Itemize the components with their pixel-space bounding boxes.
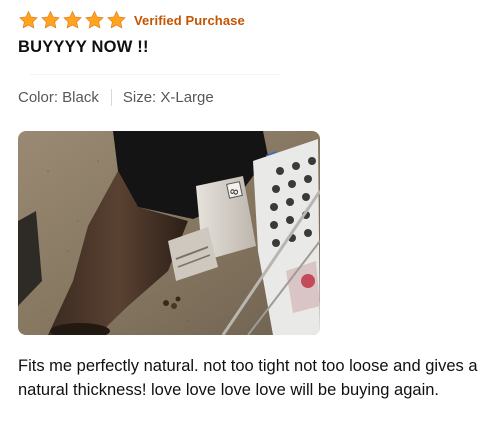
variant-size: Size: X-Large [122,89,214,106]
product-variant-info[interactable]: Color: Black Size: X-Large [18,89,214,106]
rating-row: Verified Purchase [18,9,245,31]
review-title: BUYYYY NOW !! [18,38,149,56]
star-icon [63,10,82,29]
customer-review: Verified Purchase BUYYYY NOW !! Color: B… [0,0,480,436]
review-text: Fits me perfectly natural. not too tight… [18,357,478,399]
star-icon [41,10,60,29]
verified-purchase-badge: Verified Purchase [134,12,245,28]
star-icon [19,10,38,29]
star-icon [85,10,104,29]
variant-color: Color: Black [18,89,99,106]
review-photo[interactable]: 8 [18,131,320,335]
divider [30,74,280,75]
variant-separator [110,89,112,106]
star-rating[interactable] [18,10,127,30]
star-icon [107,10,126,29]
